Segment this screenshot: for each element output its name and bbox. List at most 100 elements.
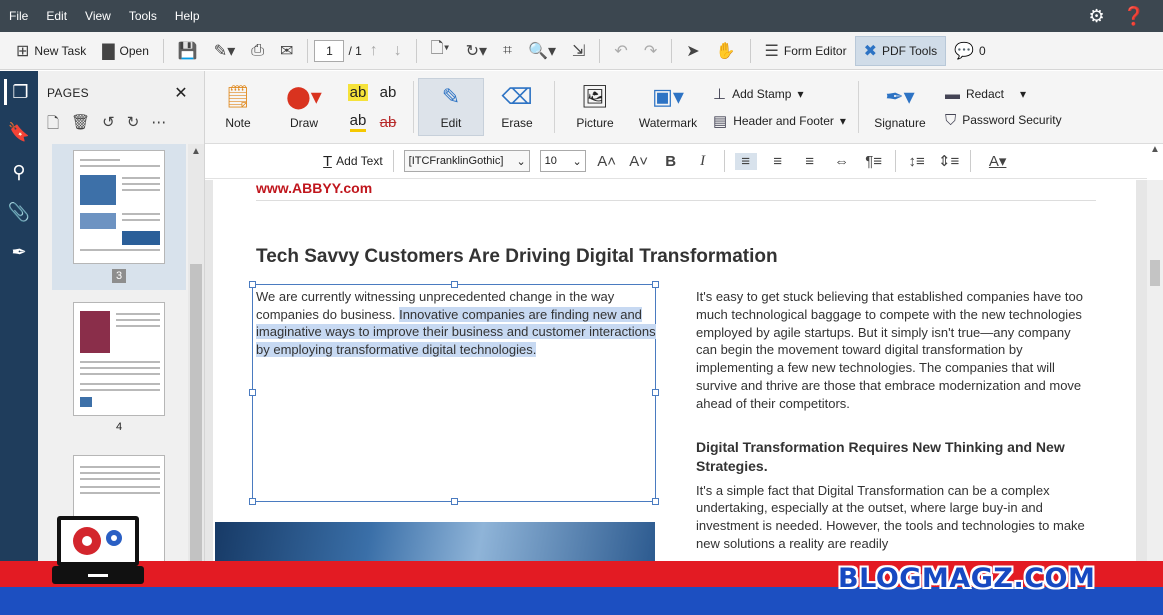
paragraph-direction-icon[interactable]: ¶≡	[863, 153, 885, 170]
erase-label: Erase	[501, 116, 533, 130]
more-icon[interactable]: ⋯	[151, 113, 166, 138]
menu-edit[interactable]: Edit	[37, 9, 76, 23]
header-footer-button[interactable]: ▤ Header and Footer ▾	[713, 112, 846, 130]
pages-scrollbar[interactable]: ▲	[188, 144, 204, 564]
resize-handle[interactable]	[652, 389, 659, 396]
scroll-up-icon[interactable]: ▲	[191, 146, 201, 157]
resize-handle[interactable]	[249, 498, 256, 505]
ribbon-divider	[413, 81, 414, 133]
add-text-button[interactable]: T̲ Add Text	[323, 153, 383, 170]
rotate-right-icon[interactable]: ↻	[127, 113, 140, 138]
pages-panel: PAGES ✕ 🗋 🗑 ↺ ↻ ⋯ 3 4 ▲	[38, 71, 205, 564]
decrease-font-icon[interactable]: A˅	[628, 153, 650, 170]
align-left-icon[interactable]: ≡	[734, 152, 757, 170]
resize-handle[interactable]	[451, 498, 458, 505]
attachment-icon[interactable]: 📎	[4, 199, 34, 225]
resize-handle[interactable]	[652, 498, 659, 505]
pdf-tools-button[interactable]: ✖ PDF Tools	[854, 35, 947, 66]
form-editor-button[interactable]: ☰ Form Editor	[757, 36, 855, 66]
export-button[interactable]: ⇲	[564, 36, 593, 66]
right-paragraph-2: It's a simple fact that Digital Transfor…	[696, 482, 1085, 551]
line-spacing-icon[interactable]: ↕≡	[906, 153, 928, 170]
align-right-icon[interactable]: ≡	[799, 153, 821, 170]
font-value: [ITCFranklinGothic]	[408, 155, 504, 167]
watermark-logo	[52, 516, 144, 584]
signature-button[interactable]: ✒▾ Signature	[863, 71, 937, 143]
resize-handle[interactable]	[249, 389, 256, 396]
menu-file[interactable]: File	[0, 9, 37, 23]
note-button[interactable]: 🗒 Note	[205, 71, 271, 143]
crop-button[interactable]: ⌗	[495, 36, 520, 66]
new-task-button[interactable]: ⊞ New Task	[8, 36, 94, 66]
zoom-page-button[interactable]: 🔍▾	[520, 36, 564, 66]
resize-handle[interactable]	[249, 281, 256, 288]
edit-label: Edit	[440, 116, 462, 130]
password-security-button[interactable]: ⛉ Password Security	[945, 112, 1062, 129]
redo-button[interactable]: ↷	[636, 36, 665, 66]
add-stamp-button[interactable]: ⊥ Add Stamp ▾	[713, 85, 846, 103]
save-as-button[interactable]: ✎▾	[206, 36, 243, 66]
form-editor-label: Form Editor	[783, 43, 847, 58]
pages-panel-icon[interactable]: ❐	[4, 79, 34, 105]
thumbnail-page-4[interactable]: 4	[52, 296, 186, 440]
resize-handle[interactable]	[451, 281, 458, 288]
align-center-icon[interactable]: ≡	[767, 153, 789, 170]
open-button[interactable]: ▇ Open	[94, 36, 157, 66]
add-page-button[interactable]: 🗋▾	[423, 36, 458, 66]
new-task-icon: ⊞	[16, 42, 30, 60]
edit-button[interactable]: ✎ Edit	[418, 78, 484, 136]
insert-page-icon[interactable]: 🗋	[47, 113, 59, 138]
picture-button[interactable]: 🖼 Picture	[559, 71, 631, 143]
menu-view[interactable]: View	[76, 9, 120, 23]
resize-handle[interactable]	[652, 281, 659, 288]
save-button[interactable]: 💾	[170, 36, 206, 66]
paragraph-spacing-icon[interactable]: ⇕≡	[938, 152, 960, 170]
insert-text-button[interactable]: ab	[380, 84, 397, 101]
underline-text-button[interactable]: ab	[349, 112, 367, 132]
watermark-button[interactable]: ▣▾ Watermark	[631, 71, 705, 143]
delete-page-icon[interactable]: 🗑	[71, 113, 90, 138]
document-image[interactable]	[215, 522, 655, 561]
right-paragraph-1: It's easy to get stuck believing that es…	[696, 289, 1083, 411]
justify-icon[interactable]: ⇔	[831, 153, 853, 170]
erase-button[interactable]: ⌫ Erase	[484, 71, 550, 143]
italic-button[interactable]: I	[692, 153, 714, 170]
menu-help[interactable]: Help	[166, 9, 209, 23]
comments-button[interactable]: 💬 0	[946, 36, 994, 66]
font-color-button[interactable]: A▾	[981, 152, 1015, 170]
thumbnail-page-3[interactable]: 3	[52, 144, 186, 290]
scroll-thumb[interactable]	[190, 264, 202, 564]
draw-button[interactable]: ⬤▾ Draw	[271, 71, 337, 143]
right-text-block[interactable]: It's easy to get stuck believing that es…	[696, 288, 1088, 553]
prev-page-button[interactable]: ↑	[362, 36, 386, 66]
rotate-left-icon[interactable]: ↺	[102, 113, 115, 138]
bookmark-icon[interactable]: 🔖	[4, 119, 34, 145]
format-divider	[969, 150, 971, 172]
redact-button[interactable]: ▬ Redact ▾	[945, 86, 1062, 103]
font-size-select[interactable]: 10 ⌄	[539, 150, 586, 172]
print-button[interactable]: ⎙	[243, 36, 272, 66]
scroll-up-icon[interactable]: ▲	[1147, 144, 1163, 180]
hand-tool-button[interactable]: ✋	[708, 36, 744, 66]
next-page-button[interactable]: ↓	[386, 36, 410, 66]
rotate-button[interactable]: ↻▾	[458, 36, 495, 66]
signature-panel-icon[interactable]: ✒	[4, 239, 34, 265]
gear-icon[interactable]: ⚙	[1088, 6, 1104, 27]
highlight-text-button[interactable]: ab	[347, 83, 369, 101]
font-select[interactable]: [ITCFranklinGothic] ⌄	[403, 150, 530, 172]
select-tool-button[interactable]: ➤	[678, 36, 707, 66]
undo-button[interactable]: ↶	[606, 36, 635, 66]
help-icon[interactable]: ❓	[1123, 6, 1145, 27]
add-page-icon: 🗋▾	[430, 40, 450, 57]
close-icon[interactable]: ✕	[174, 83, 188, 103]
bold-button[interactable]: B	[660, 153, 682, 170]
search-icon[interactable]: ⚲	[4, 159, 34, 185]
page-number-input[interactable]: 1	[314, 39, 345, 62]
left-text-block[interactable]: We are currently witnessing unprecedente…	[256, 288, 658, 358]
menu-tools[interactable]: Tools	[120, 9, 166, 23]
email-button[interactable]: ✉	[272, 36, 301, 66]
document-scrollbar[interactable]	[1147, 180, 1163, 561]
strikethrough-text-button[interactable]: ab	[380, 114, 397, 131]
scroll-thumb[interactable]	[1150, 260, 1160, 286]
increase-font-icon[interactable]: A˄	[596, 153, 618, 170]
